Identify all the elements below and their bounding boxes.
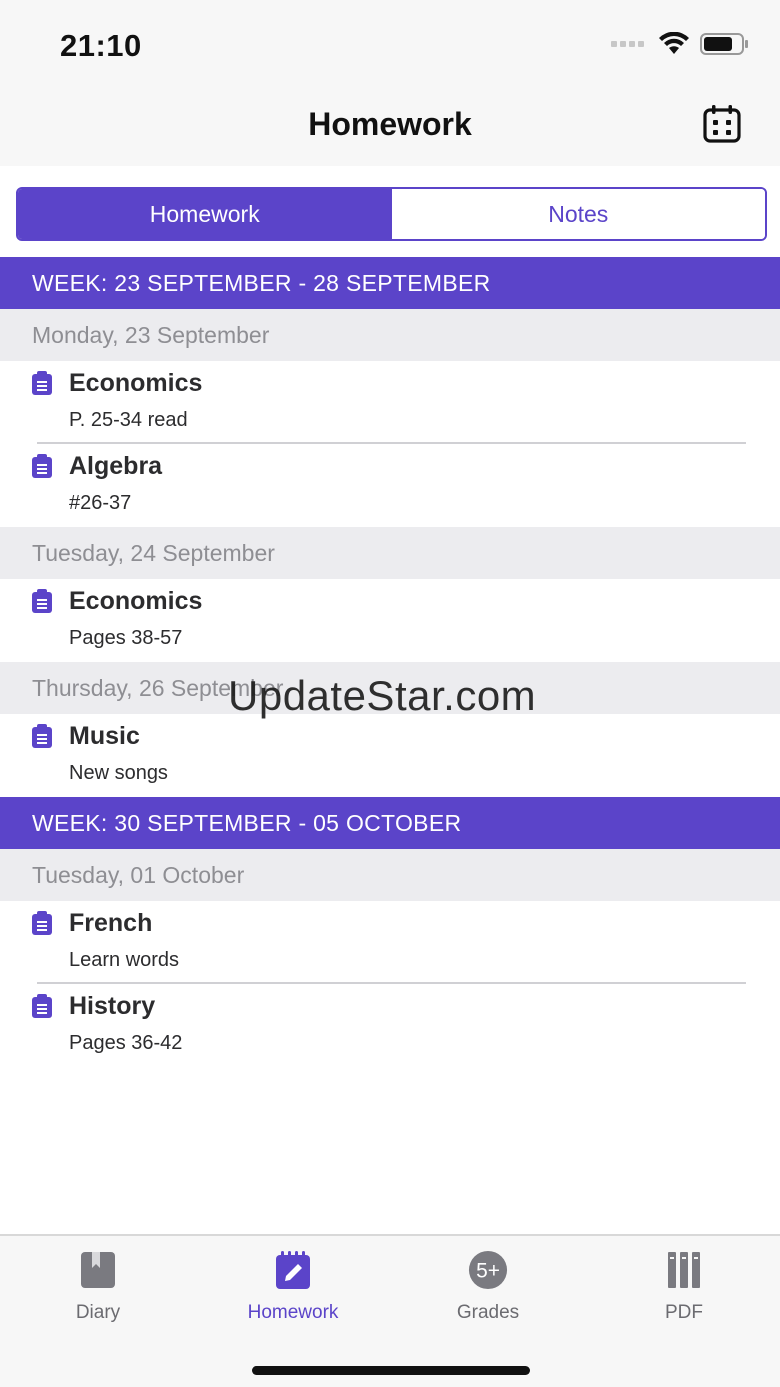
navigation-bar: Homework xyxy=(0,90,780,166)
status-icons xyxy=(611,32,750,56)
day-header: Tuesday, 24 September xyxy=(0,527,780,579)
homework-task: New songs xyxy=(69,762,168,784)
grade-badge-icon: 5+ xyxy=(468,1250,508,1290)
grade-badge-text: 5+ xyxy=(476,1260,500,1283)
homework-subject: French xyxy=(69,909,153,937)
tab-grades[interactable]: 5+ Grades xyxy=(413,1250,563,1340)
book-icon xyxy=(78,1250,118,1290)
homework-task: Learn words xyxy=(69,949,180,971)
homework-subject: Economics xyxy=(69,369,203,397)
segment-homework[interactable]: Homework xyxy=(18,189,392,239)
homework-list: WEEK: 23 SEPTEMBER - 28 SEPTEMBER Monday… xyxy=(0,257,780,1067)
homework-subject: Economics xyxy=(69,587,203,615)
cellular-signal-icon xyxy=(611,41,644,47)
homework-item[interactable]: Economics Pages 38-57 xyxy=(0,579,780,662)
status-time: 21:10 xyxy=(60,28,142,63)
segmented-control: Homework Notes xyxy=(16,187,767,241)
homework-item[interactable]: Algebra #26-37 xyxy=(0,444,780,527)
tab-homework-label: Homework xyxy=(247,1302,339,1323)
clipboard-icon xyxy=(32,589,52,613)
homework-subject: History xyxy=(69,992,156,1020)
homework-item[interactable]: Music New songs xyxy=(0,714,780,797)
homework-task: Pages 36-42 xyxy=(69,1032,183,1054)
wifi-icon xyxy=(659,32,689,54)
page-title: Homework xyxy=(308,106,472,142)
tab-diary-label: Diary xyxy=(75,1302,121,1323)
tab-pdf-label: PDF xyxy=(665,1302,703,1323)
clipboard-icon xyxy=(32,454,52,478)
homework-subject: Algebra xyxy=(69,452,163,480)
homework-item[interactable]: History Pages 36-42 xyxy=(0,984,780,1067)
pencil-notepad-icon xyxy=(273,1250,313,1290)
homework-task: Pages 38-57 xyxy=(69,627,183,649)
tab-homework[interactable]: Homework xyxy=(218,1250,368,1340)
clipboard-icon xyxy=(32,371,52,395)
homework-item[interactable]: French Learn words xyxy=(0,901,780,984)
clipboard-icon xyxy=(32,994,52,1018)
week-header: WEEK: 30 SEPTEMBER - 05 OCTOBER xyxy=(0,797,780,849)
tab-diary[interactable]: Diary xyxy=(23,1250,173,1340)
homework-item[interactable]: Economics P. 25-34 read xyxy=(0,361,780,444)
segment-notes[interactable]: Notes xyxy=(391,189,765,239)
day-header: Tuesday, 01 October xyxy=(0,849,780,901)
clipboard-icon xyxy=(32,724,52,748)
clipboard-icon xyxy=(32,911,52,935)
homework-subject: Music xyxy=(69,722,140,750)
tab-pdf[interactable]: PDF xyxy=(609,1250,759,1340)
books-icon xyxy=(664,1250,704,1290)
home-indicator xyxy=(252,1366,530,1375)
day-header: Thursday, 26 September xyxy=(0,662,780,714)
homework-task: P. 25-34 read xyxy=(69,409,188,431)
day-header: Monday, 23 September xyxy=(0,309,780,361)
tab-grades-label: Grades xyxy=(456,1302,520,1323)
status-bar: 21:10 xyxy=(0,0,780,90)
week-header: WEEK: 23 SEPTEMBER - 28 SEPTEMBER xyxy=(0,257,780,309)
calendar-icon[interactable] xyxy=(702,104,742,144)
homework-task: #26-37 xyxy=(69,492,132,514)
tab-bar: Diary Homework 5+ Grades PDF xyxy=(0,1234,780,1387)
battery-icon xyxy=(700,33,748,55)
